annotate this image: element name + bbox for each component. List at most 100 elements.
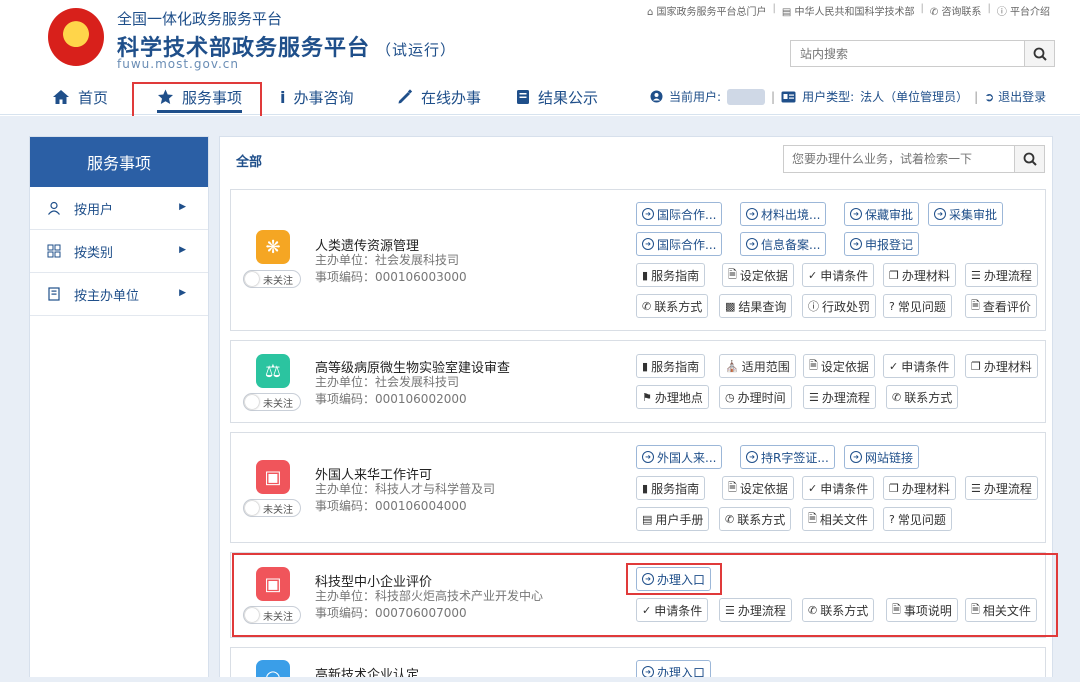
arrow-right-circle-icon: ➜: [850, 238, 862, 250]
check-circle-icon: ✓: [808, 268, 818, 282]
action-button[interactable]: 🗎 设定依据: [803, 354, 875, 378]
action-button[interactable]: ⚑ 办理地点: [636, 385, 709, 409]
action-button[interactable]: ✓ 申请条件: [802, 263, 875, 287]
link-button[interactable]: ➜ 国际合作...: [636, 232, 723, 256]
action-button[interactable]: ✆ 联系方式: [886, 385, 959, 409]
action-button[interactable]: ☰ 办理流程: [803, 385, 876, 409]
nav-results[interactable]: 结果公示: [516, 84, 598, 110]
action-button[interactable]: ? 常见问题: [883, 294, 952, 318]
action-button[interactable]: ✆ 联系方式: [636, 294, 709, 318]
action-button[interactable]: ▩ 结果查询: [719, 294, 793, 318]
sidebar-item-by-user[interactable]: 按用户 ▶: [30, 187, 208, 230]
question-icon: ?: [889, 512, 895, 526]
sidebar: 服务事项 按用户 ▶ 按类别 ▶ 按主办单位 ▶: [29, 136, 209, 682]
link-button[interactable]: ➜ 保藏审批: [844, 202, 920, 226]
file-icon: 🗎: [728, 480, 737, 494]
arrow-right-circle-icon: ➜: [746, 451, 758, 463]
link-button[interactable]: ➜ 国际合作...: [636, 202, 723, 226]
service-search: [783, 145, 1045, 173]
link-button[interactable]: ➜ 外国人来...: [636, 445, 723, 469]
current-user-label: 当前用户:: [669, 90, 722, 104]
copy-icon: ❐: [971, 359, 981, 373]
dna-icon: ❋: [256, 230, 290, 264]
nav-online[interactable]: 在线办事: [397, 84, 481, 110]
book-icon: ▮: [642, 481, 649, 495]
action-button[interactable]: ☰ 办理流程: [965, 476, 1038, 500]
bank-icon: ⛪: [725, 359, 739, 373]
action-button[interactable]: ❐ 办理材料: [883, 263, 956, 287]
current-user-name-redacted: [727, 88, 766, 105]
link-button[interactable]: ➜ 持R字签证...: [740, 445, 835, 469]
service-org: 主办单位：科技人才与科学普及司: [315, 482, 496, 496]
site-search-input[interactable]: [791, 41, 1021, 66]
sidebar-item-by-category[interactable]: 按类别 ▶: [30, 230, 208, 273]
arrow-right-circle-icon: ➜: [642, 208, 654, 220]
list-icon: ☰: [809, 390, 819, 404]
copy-icon: ❐: [889, 481, 899, 495]
search-icon: [1023, 152, 1037, 166]
action-button[interactable]: ✓ 申请条件: [802, 476, 875, 500]
action-button[interactable]: ✆ 联系方式: [719, 507, 792, 531]
action-button[interactable]: ☰ 办理流程: [965, 263, 1038, 287]
link-button[interactable]: ➜ 网站链接: [844, 445, 920, 469]
action-button[interactable]: ◷ 办理时间: [719, 385, 792, 409]
home-portal-link[interactable]: ⌂ 国家政务服务平台总门户: [647, 3, 767, 18]
ministry-link[interactable]: ▤ 中华人民共和国科学技术部: [782, 3, 915, 18]
service-search-input[interactable]: [784, 146, 1009, 172]
action-button[interactable]: 🗎 查看评价: [965, 294, 1037, 318]
phone-icon: ✆: [892, 390, 902, 404]
link-button[interactable]: ➜ 材料出境...: [740, 202, 827, 226]
action-button[interactable]: 🗎 设定依据: [722, 263, 794, 287]
link-button[interactable]: ➜ 信息备案...: [740, 232, 827, 256]
action-button[interactable]: ▤ 用户手册: [636, 507, 710, 531]
search-button[interactable]: [1024, 41, 1054, 66]
nav-consult-label: 办事咨询: [293, 88, 354, 107]
follow-toggle[interactable]: 未关注: [243, 499, 301, 517]
grid-icon: [47, 244, 61, 258]
phone-icon: ✆: [642, 299, 652, 313]
service-org: 主办单位：社会发展科技司: [315, 253, 460, 267]
service-code: 事项编码：000106002000: [315, 392, 467, 406]
file-icon: 🗎: [728, 267, 737, 281]
action-button[interactable]: ✓ 申请条件: [883, 354, 956, 378]
action-button[interactable]: ❐ 办理材料: [965, 354, 1038, 378]
question-icon: ?: [889, 299, 895, 313]
highlight-box-nav: [132, 82, 262, 118]
service-org: 主办单位：社会发展科技司: [315, 375, 460, 389]
filter-title: 全部: [236, 155, 263, 170]
action-button[interactable]: ? 常见问题: [883, 507, 952, 531]
list-icon: ☰: [971, 481, 981, 495]
sidebar-item-label: 按主办单位: [74, 288, 140, 304]
caret-right-icon: ▶: [179, 288, 186, 298]
sidebar-item-label: 按类别: [74, 245, 114, 261]
link-button[interactable]: ➜ 申报登记: [844, 232, 920, 256]
action-button[interactable]: 🗎 设定依据: [722, 476, 794, 500]
national-emblem-logo: [48, 8, 104, 66]
action-button[interactable]: ❐ 办理材料: [883, 476, 956, 500]
highlight-box-entry: [626, 563, 722, 595]
action-button[interactable]: 🗎 相关文件: [802, 507, 874, 531]
logout-link[interactable]: ➲ 退出登录: [984, 88, 1046, 105]
nav-consult[interactable]: i 办事咨询: [280, 84, 354, 110]
manual-icon: ▤: [642, 512, 653, 526]
caret-right-icon: ▶: [179, 245, 186, 255]
sidebar-title: 服务事项: [30, 137, 208, 187]
action-button[interactable]: ▮ 服务指南: [636, 476, 706, 500]
action-button[interactable]: ⛪ 适用范围: [719, 354, 796, 378]
service-search-button[interactable]: [1014, 146, 1044, 172]
action-button[interactable]: ▮ 服务指南: [636, 263, 706, 287]
action-button[interactable]: ▮ 服务指南: [636, 354, 706, 378]
follow-toggle[interactable]: 未关注: [243, 393, 301, 411]
list-icon: ☰: [971, 268, 981, 282]
about-link[interactable]: ⓘ 平台介绍: [997, 3, 1050, 18]
action-button[interactable]: ⓘ 行政处罚: [802, 294, 877, 318]
caret-right-icon: ▶: [179, 202, 186, 212]
service-code: 事项编码：000106003000: [315, 270, 467, 284]
link-button[interactable]: ➜ 采集审批: [928, 202, 1004, 226]
nav-online-label: 在线办事: [421, 88, 482, 107]
follow-toggle[interactable]: 未关注: [243, 270, 301, 288]
nav-home[interactable]: 首页: [52, 84, 108, 110]
sidebar-item-by-org[interactable]: 按主办单位 ▶: [30, 273, 208, 316]
contact-link[interactable]: ✆ 咨询联系: [930, 3, 982, 18]
clock-icon: ◷: [725, 390, 735, 404]
